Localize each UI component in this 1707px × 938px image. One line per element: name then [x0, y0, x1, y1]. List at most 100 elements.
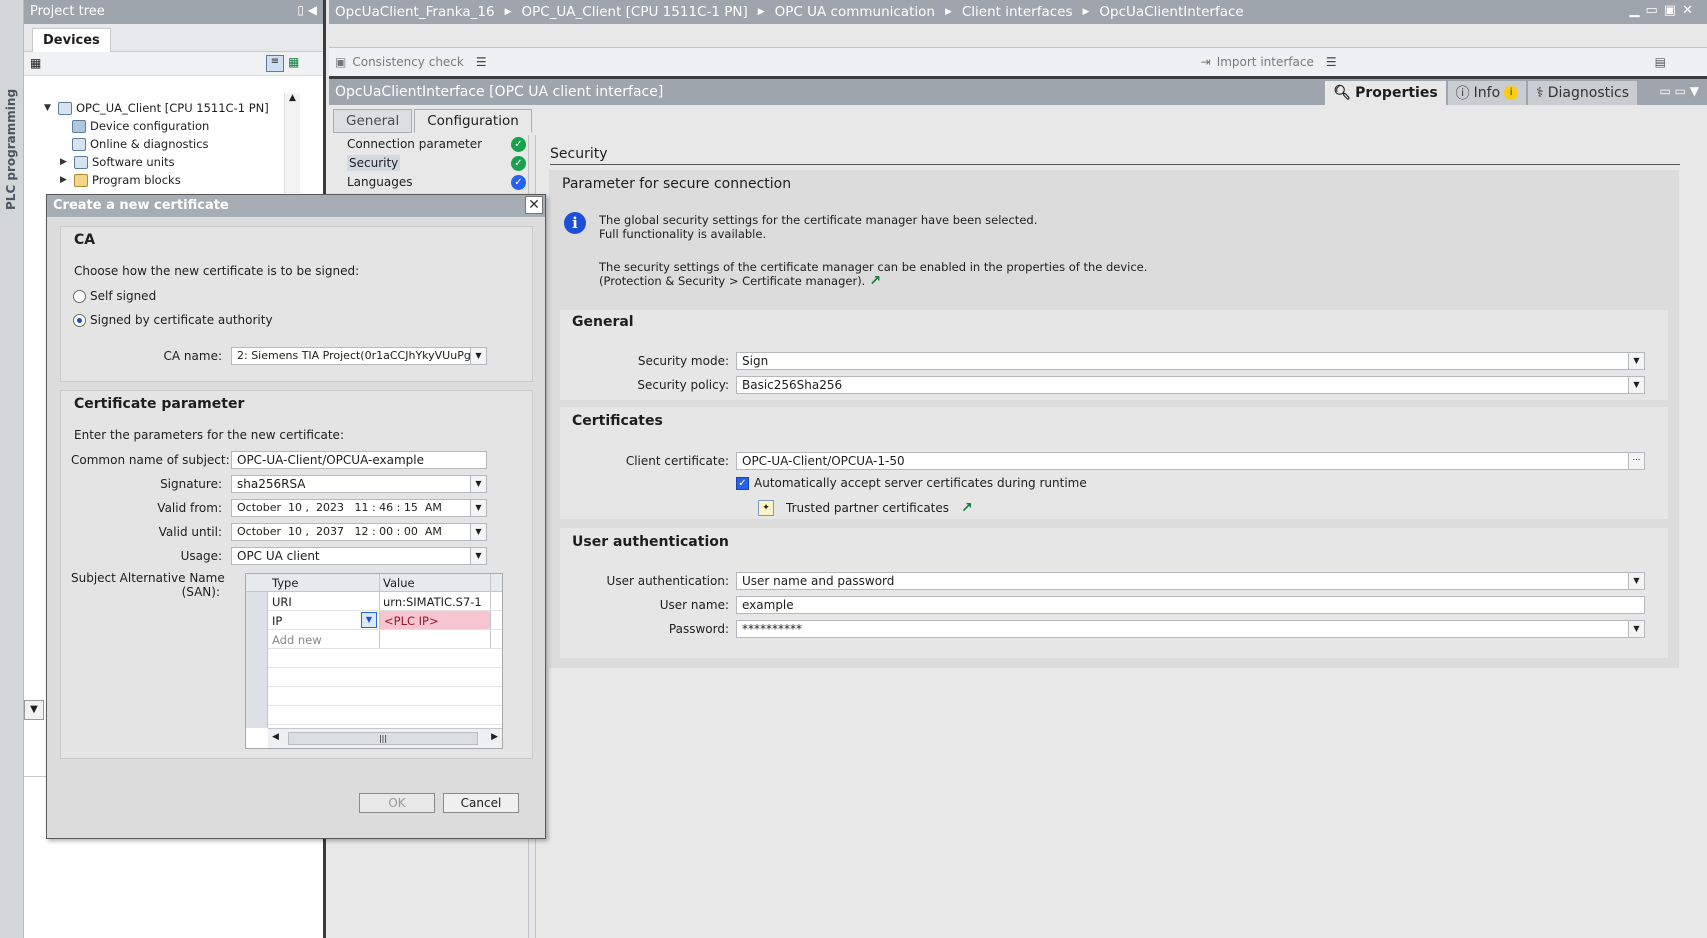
san-horizontal-scrollbar[interactable]: ◀ ||| ▶	[268, 728, 502, 748]
password-field[interactable]: ********** ▼	[736, 620, 1645, 638]
check-ok-icon: ✓	[511, 137, 526, 152]
breadcrumb-item[interactable]: OPC_UA_Client [CPU 1511C-1 PN]	[521, 4, 747, 20]
trusted-partner-label[interactable]: Trusted partner certificates	[786, 501, 949, 515]
chevron-down-icon[interactable]: ▼	[1628, 573, 1644, 589]
goto-link-icon[interactable]: ↗	[869, 274, 881, 288]
san-type-cell[interactable]: URI	[272, 595, 292, 609]
import-interface-icon[interactable]: ⇥	[1201, 55, 1211, 69]
nav-languages[interactable]: Languages ✓	[333, 173, 533, 192]
project-tree-title-bar: Project tree ▯ ◀	[24, 0, 323, 24]
browse-icon[interactable]: …	[1628, 453, 1644, 469]
chevron-down-icon[interactable]: ▼	[470, 524, 486, 540]
table-row[interactable]: Add new	[268, 630, 502, 649]
security-policy-select[interactable]: Basic256Sha256 ▼	[736, 376, 1645, 394]
valid-from-picker[interactable]: October 10 , 2023 11 : 46 : 15 AM ▼	[231, 499, 487, 517]
table-row[interactable]: URI urn:SIMATIC.S7-1...	[268, 592, 502, 611]
chevron-down-icon[interactable]: ▼	[1628, 377, 1644, 393]
chevron-down-icon[interactable]: ▼	[470, 476, 486, 492]
signature-select[interactable]: sha256RSA ▼	[231, 475, 487, 493]
chevron-down-icon[interactable]: ▼	[1628, 621, 1644, 637]
chevron-down-icon[interactable]: ▼	[470, 348, 486, 364]
import-interface-button[interactable]: Import interface	[1217, 55, 1314, 69]
details-collapse-icon[interactable]: ▼	[24, 700, 44, 720]
overview-icon[interactable]: ▦	[288, 55, 299, 69]
tree-item-software-units[interactable]: ▶ Software units	[60, 153, 175, 171]
tree-item-device-configuration[interactable]: Device configuration	[72, 117, 209, 135]
cancel-button[interactable]: Cancel	[443, 793, 519, 813]
san-type-cell[interactable]: IP	[272, 614, 282, 628]
inspector-window-controls[interactable]: ▭ ▭ ▼	[1659, 84, 1699, 98]
tree-item-plc[interactable]: ▼ OPC_UA_Client [CPU 1511C-1 PN]	[44, 99, 269, 117]
plc-programming-label[interactable]: PLC programming	[4, 60, 18, 210]
tab-label: Info	[1473, 85, 1501, 101]
valid-until-picker[interactable]: October 10 , 2037 12 : 00 : 00 AM ▼	[231, 523, 487, 541]
scroll-left-icon[interactable]: ◀	[272, 732, 279, 742]
tree-scrollbar[interactable]: ▲	[284, 93, 300, 193]
info-text: The global security settings for the cer…	[599, 213, 1147, 288]
password-label: Password:	[668, 622, 729, 636]
expand-right-icon[interactable]: ▶	[60, 157, 70, 167]
san-col-type[interactable]: Type	[272, 576, 298, 590]
san-label: Subject Alternative Name (SAN):	[71, 571, 225, 599]
expand-right-icon[interactable]: ▶	[60, 175, 70, 185]
chevron-down-icon[interactable]: ▼	[470, 500, 486, 516]
consistency-check-icon[interactable]: ▣	[335, 55, 346, 69]
select-value: sha256RSA	[237, 477, 306, 491]
window-controls[interactable]: ▁▭▣✕	[1630, 3, 1699, 18]
san-col-value[interactable]: Value	[383, 576, 415, 590]
security-mode-label: Security mode:	[637, 354, 729, 368]
tab-configuration[interactable]: Configuration	[414, 109, 532, 133]
expand-down-icon[interactable]: ▼	[44, 103, 54, 113]
user-name-field[interactable]: example	[736, 596, 1645, 614]
nav-security[interactable]: Security ✓	[333, 154, 533, 173]
client-certificate-field[interactable]: OPC-UA-Client/OPCUA-1-50…	[736, 452, 1645, 470]
breadcrumb-item[interactable]: OpcUaClientInterface	[1099, 4, 1243, 20]
common-name-field[interactable]: OPC-UA-Client/OPCUA-example	[231, 451, 487, 469]
tree-item-online-diagnostics[interactable]: Online & diagnostics	[72, 135, 209, 153]
usage-select[interactable]: OPC UA client ▼	[231, 547, 487, 565]
tab-info[interactable]: ⓘ Info i	[1447, 81, 1527, 105]
ok-button[interactable]: OK	[359, 793, 435, 813]
table-row[interactable]: IP ▼ <PLC IP>	[268, 611, 502, 630]
ca-name-select[interactable]: 2: Siemens TIA Project(0r1aCCJhYkyVUuPgX…	[231, 347, 487, 365]
list-view-icon[interactable]: ≡	[266, 55, 284, 72]
scroll-up-icon[interactable]: ▲	[285, 93, 300, 103]
user-authentication-select[interactable]: User name and password ▼	[736, 572, 1645, 590]
scroll-right-icon[interactable]: ▶	[491, 732, 498, 742]
info-icon: i	[564, 212, 586, 234]
self-signed-radio[interactable]	[73, 290, 86, 303]
add-device-icon[interactable]: ▦	[30, 56, 41, 70]
auto-accept-checkbox[interactable]: ✓	[736, 476, 749, 490]
nav-connection-parameter[interactable]: Connection parameter ✓	[333, 135, 533, 154]
scroll-thumb[interactable]: |||	[288, 732, 478, 745]
tab-devices[interactable]: Devices	[32, 28, 111, 52]
breadcrumb-item[interactable]: Client interfaces	[962, 4, 1073, 20]
san-value-cell[interactable]: urn:SIMATIC.S7-1...	[383, 595, 483, 609]
goto-link-icon[interactable]: ↗	[961, 500, 973, 516]
tree-item-program-blocks[interactable]: ▶ Program blocks	[60, 171, 181, 189]
user-name-label: User name:	[659, 598, 729, 612]
consistency-check-button[interactable]: Consistency check	[352, 55, 464, 69]
tab-general[interactable]: General	[333, 109, 413, 133]
secure-connection-title: Parameter for secure connection	[562, 176, 792, 192]
panel-toggle-icon[interactable]: ▤	[1655, 55, 1666, 69]
select-value: Basic256Sha256	[742, 378, 843, 392]
tab-properties[interactable]: 🔍︎ Properties	[1325, 81, 1446, 105]
certificate-icon: ✦	[758, 500, 774, 516]
breadcrumb-item[interactable]: OpcUaClient_Franka_16	[335, 4, 495, 20]
signed-by-ca-radio[interactable]	[73, 314, 86, 327]
add-new-row[interactable]: Add new	[272, 633, 322, 647]
san-value-error-cell[interactable]: <PLC IP>	[380, 611, 490, 629]
menu-icon[interactable]: ☰	[1326, 55, 1337, 69]
chevron-down-icon[interactable]: ▼	[361, 612, 377, 628]
chevron-down-icon[interactable]: ▼	[470, 548, 486, 564]
collapse-panel-icon[interactable]: ▯ ◀	[297, 3, 317, 17]
menu-icon[interactable]: ☰	[476, 55, 487, 69]
chevron-down-icon[interactable]: ▼	[1628, 353, 1644, 369]
close-icon[interactable]: ✕	[525, 196, 543, 214]
san-label-line: (SAN):	[181, 585, 220, 599]
tab-diagnostics[interactable]: ⚕ Diagnostics	[1528, 81, 1637, 105]
tree-item-label: Program blocks	[92, 173, 181, 187]
security-mode-select[interactable]: Sign ▼	[736, 352, 1645, 370]
breadcrumb-item[interactable]: OPC UA communication	[775, 4, 935, 20]
